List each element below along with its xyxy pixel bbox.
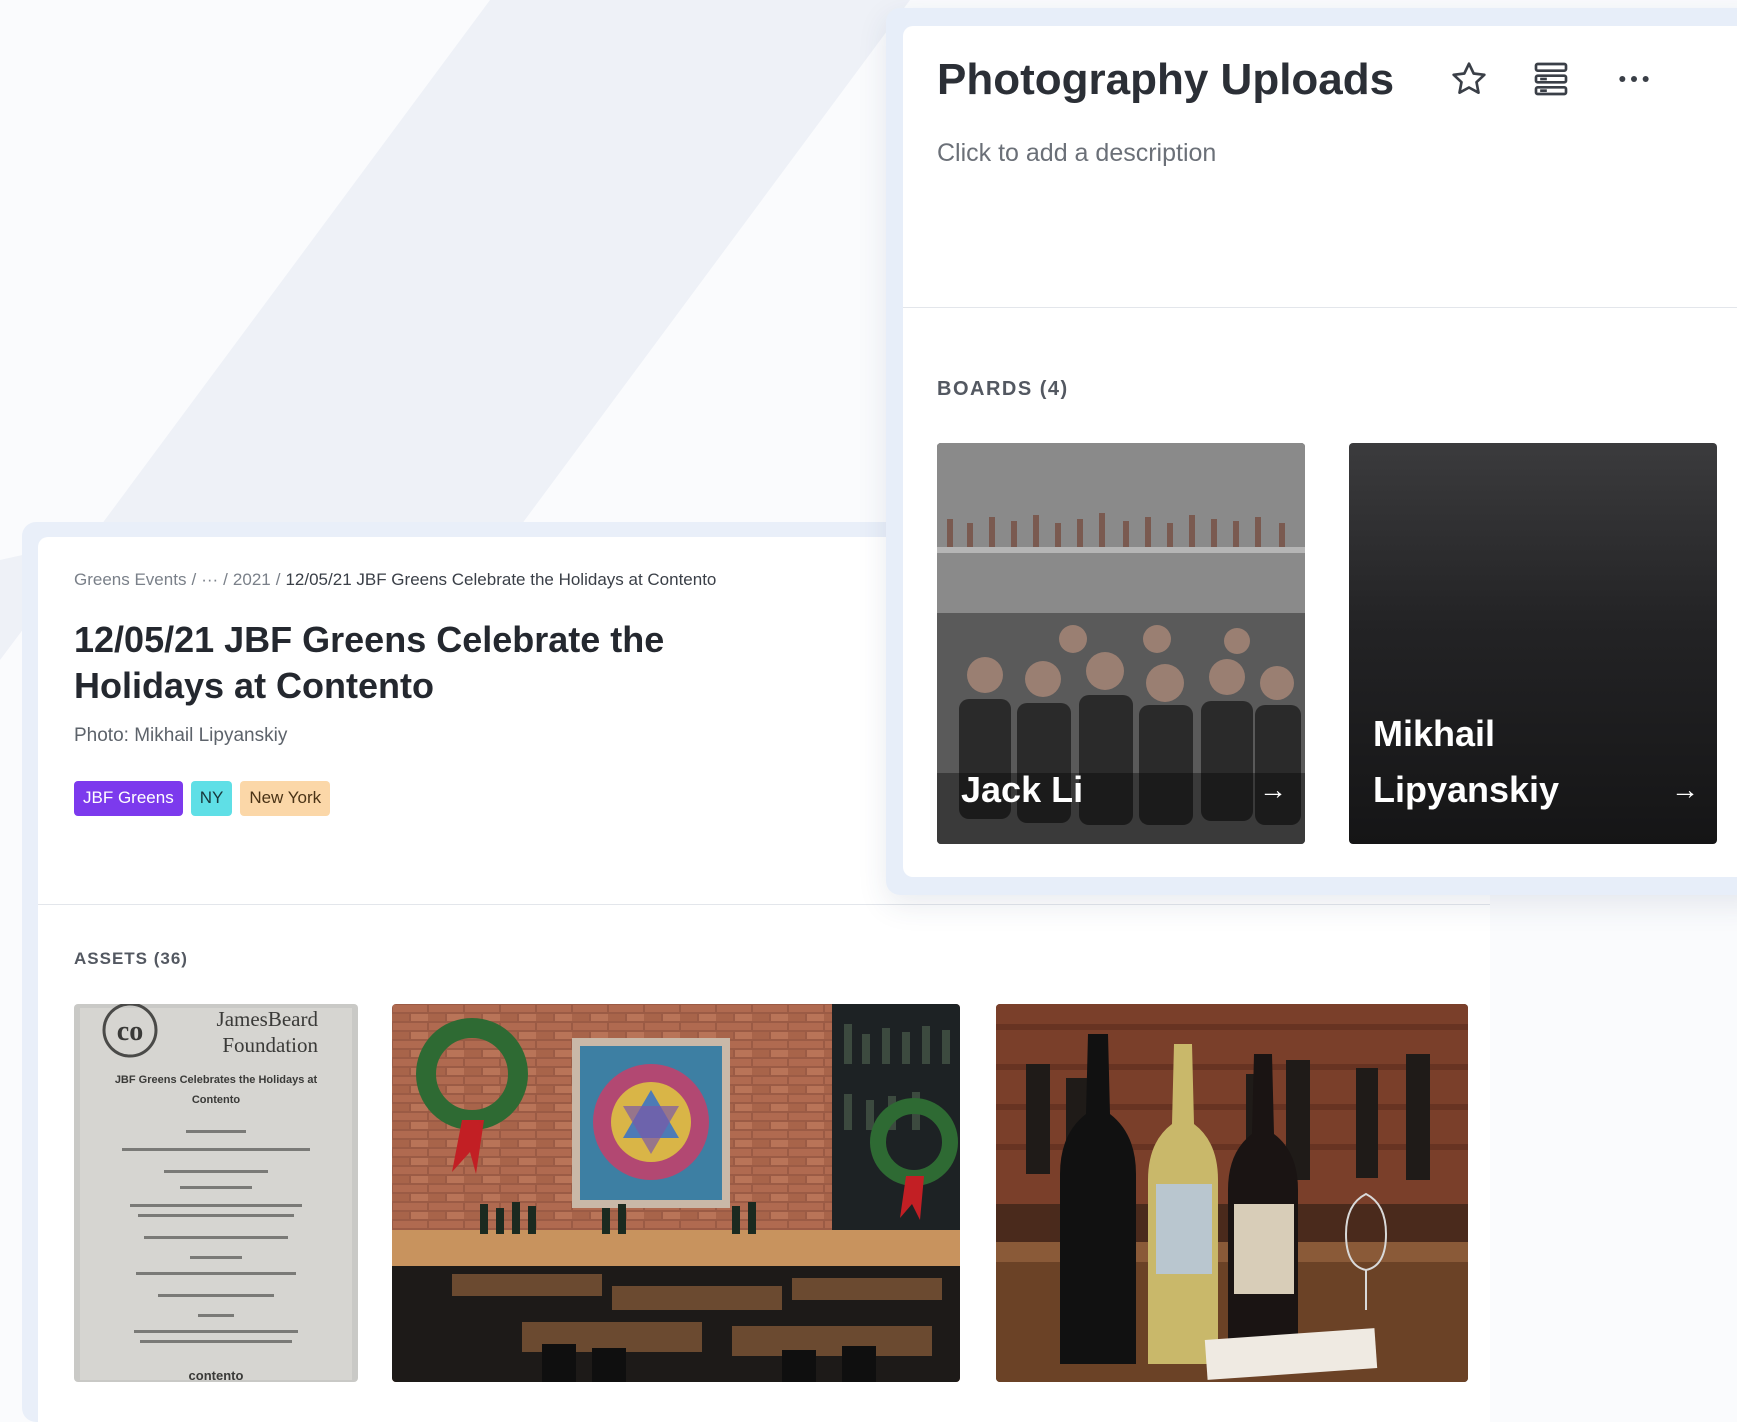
collection-window: Photography Uploads Click to add a descr… [886, 8, 1737, 895]
more-icon[interactable] [1611, 56, 1657, 102]
board-card-jack-li[interactable]: Jack Li → [937, 443, 1305, 844]
board-card-mikhail-lipyanskiy[interactable]: Mikhail Lipyanskiy → [1349, 443, 1717, 844]
breadcrumb-root[interactable]: Greens Events [74, 570, 186, 589]
divider [38, 904, 1490, 905]
description-field[interactable]: Click to add a description [937, 139, 1216, 168]
breadcrumb-year[interactable]: 2021 [233, 570, 271, 589]
divider [903, 307, 1737, 308]
tag-ny[interactable]: NY [190, 781, 233, 816]
board-name: Jack Li [961, 769, 1084, 810]
asset-thumbnail-menu[interactable]: co JamesBeard Foundation JBF Greens Cele… [74, 1004, 358, 1382]
asset-title[interactable]: 12/05/21 JBF Greens Celebrate the Holida… [74, 617, 754, 709]
collection-title[interactable]: Photography Uploads [937, 54, 1394, 106]
breadcrumb-ellipsis[interactable]: ··· [201, 570, 218, 589]
star-icon[interactable] [1446, 56, 1492, 102]
tag-new-york[interactable]: New York [240, 781, 331, 816]
menu-heading-line2: Contento [192, 1094, 241, 1106]
breadcrumb-current: 12/05/21 JBF Greens Celebrate the Holida… [285, 570, 717, 589]
arrow-right-icon: → [1671, 774, 1699, 805]
menu-heading-line1: JBF Greens Celebrates the Holidays at [115, 1074, 318, 1086]
tag-jbf-greens[interactable]: JBF Greens [74, 781, 183, 816]
collection-panel: Photography Uploads Click to add a descr… [903, 26, 1737, 877]
asset-thumbnail-restaurant[interactable] [392, 1004, 960, 1382]
photo-credit[interactable]: Photo: Mikhail Lipyanskiy [74, 725, 287, 747]
layout-icon[interactable] [1528, 56, 1574, 102]
board-name: Mikhail Lipyanskiy [1373, 713, 1560, 810]
tag-list: JBF Greens NY New York [74, 781, 331, 816]
menu-footer: contento [189, 1368, 244, 1382]
assets-section-label: ASSETS (36) [74, 949, 188, 968]
menu-logo: co [117, 1016, 143, 1047]
boards-section-label: BOARDS (4) [937, 378, 1069, 400]
arrow-right-icon: → [1259, 774, 1287, 805]
asset-thumbnail-wine[interactable] [996, 1004, 1468, 1382]
breadcrumb: Greens Events / ···/2021/12/05/21 JBF Gree… [74, 570, 717, 589]
menu-brand-line1: JamesBeard [217, 1007, 319, 1031]
menu-brand-line2: Foundation [222, 1033, 318, 1057]
